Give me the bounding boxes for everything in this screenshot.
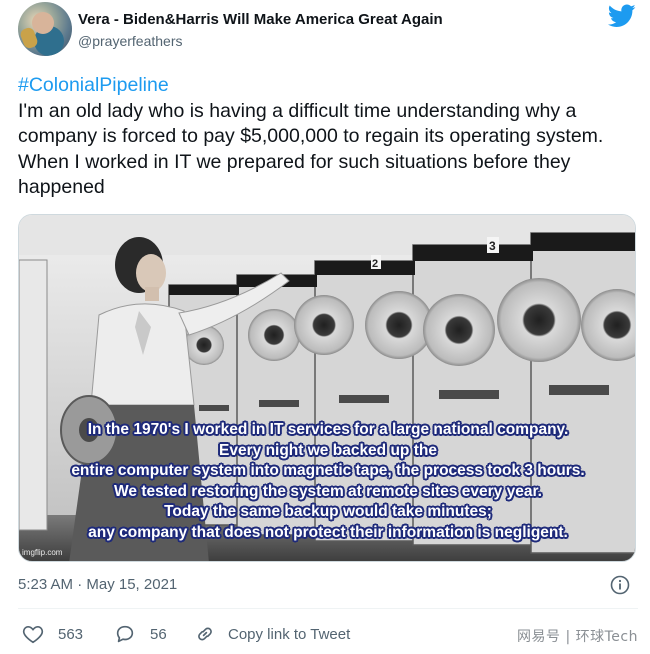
user-handle[interactable]: @prayerfeathers	[78, 33, 182, 49]
link-icon	[198, 627, 212, 641]
cabinet-number-3: 3	[489, 239, 496, 253]
tweet-media-image[interactable]: 2 3 In the 1970's I worked in IT service…	[18, 214, 636, 562]
cabinet-number-2: 2	[372, 258, 378, 270]
meme-caption: In the 1970's I worked in IT services fo…	[19, 420, 635, 543]
twitter-bird-icon[interactable]	[608, 4, 636, 28]
source-watermark: 网易号 | 环球Tech	[517, 629, 638, 645]
tweet-header: Vera - Biden&Harris Will Make America Gr…	[18, 2, 638, 58]
caption-line: In the 1970's I worked in IT services fo…	[87, 421, 569, 438]
tweet-timestamp[interactable]: 5:23 AM · May 15, 2021	[18, 576, 177, 593]
caption-line: entire computer system into magnetic tap…	[71, 462, 585, 479]
divider	[18, 608, 638, 609]
hashtag-link[interactable]: #ColonialPipeline	[18, 73, 638, 99]
tweet-meta: 5:23 AM · May 15, 2021	[18, 575, 638, 597]
info-icon[interactable]	[610, 575, 630, 595]
heart-icon	[22, 626, 44, 644]
copy-link-label: Copy link to Tweet	[228, 625, 351, 643]
caption-line: Every night we backed up the	[219, 441, 437, 459]
reply-button[interactable]: 56	[114, 622, 167, 646]
like-count: 563	[58, 625, 84, 643]
imgflip-watermark: imgflip.com	[22, 548, 63, 557]
caption-line: We tested restoring the system at remote…	[114, 482, 542, 500]
like-button[interactable]: 563	[22, 622, 83, 646]
display-name[interactable]: Vera - Biden&Harris Will Make America Gr…	[78, 11, 443, 28]
caption-line: Today the same backup would take minutes…	[164, 503, 492, 520]
avatar[interactable]	[18, 2, 72, 56]
tweet-body: I'm an old lady who is having a difficul…	[18, 99, 604, 199]
reply-icon	[116, 625, 134, 643]
tweet-text: #ColonialPipeline I'm an old lady who is…	[18, 73, 638, 201]
reply-count: 56	[150, 625, 167, 643]
copy-link-button[interactable]: Copy link to Tweet	[194, 622, 350, 646]
caption-line: any company that does not protect their …	[88, 523, 568, 541]
